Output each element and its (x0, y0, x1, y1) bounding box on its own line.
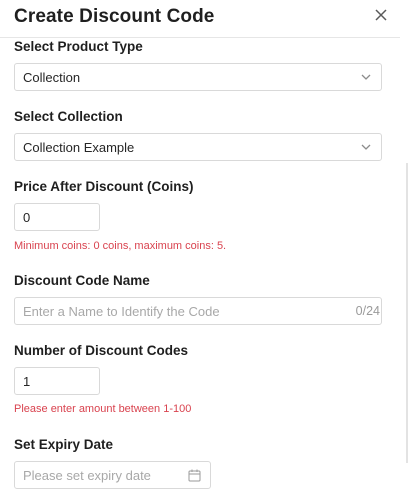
code-count-help-text: Please enter amount between 1-100 (14, 403, 192, 415)
discount-code-modal: Select Product Type Collection Select Co… (0, 0, 408, 504)
close-button[interactable] (372, 6, 390, 24)
expiry-date-picker[interactable]: Please set expiry date (14, 461, 211, 489)
chevron-down-icon (361, 144, 371, 150)
price-help-text: Minimum coins: 0 coins, maximum coins: 5… (14, 240, 227, 252)
form-scroll-area[interactable]: Select Product Type Collection Select Co… (0, 37, 408, 504)
price-label: Price After Discount (Coins) (14, 179, 194, 194)
price-input[interactable] (14, 203, 100, 231)
modal-header: Create Discount Code (0, 0, 400, 38)
calendar-icon (188, 469, 201, 482)
collection-label: Select Collection (14, 109, 123, 124)
code-name-label: Discount Code Name (14, 273, 150, 288)
code-name-input[interactable] (14, 297, 382, 325)
code-count-input[interactable] (14, 367, 100, 395)
modal-title: Create Discount Code (14, 6, 215, 27)
collection-value: Collection Example (23, 140, 135, 155)
collection-select[interactable]: Collection Example (14, 133, 382, 161)
expiry-placeholder: Please set expiry date (23, 468, 151, 483)
product-type-select[interactable]: Collection (14, 63, 382, 91)
code-count-label: Number of Discount Codes (14, 343, 189, 358)
close-icon (375, 9, 387, 21)
chevron-down-icon (361, 74, 371, 80)
product-type-value: Collection (23, 70, 81, 85)
expiry-label: Set Expiry Date (14, 437, 114, 452)
code-name-counter: 0/24 (355, 304, 380, 318)
product-type-label: Select Product Type (14, 39, 143, 54)
